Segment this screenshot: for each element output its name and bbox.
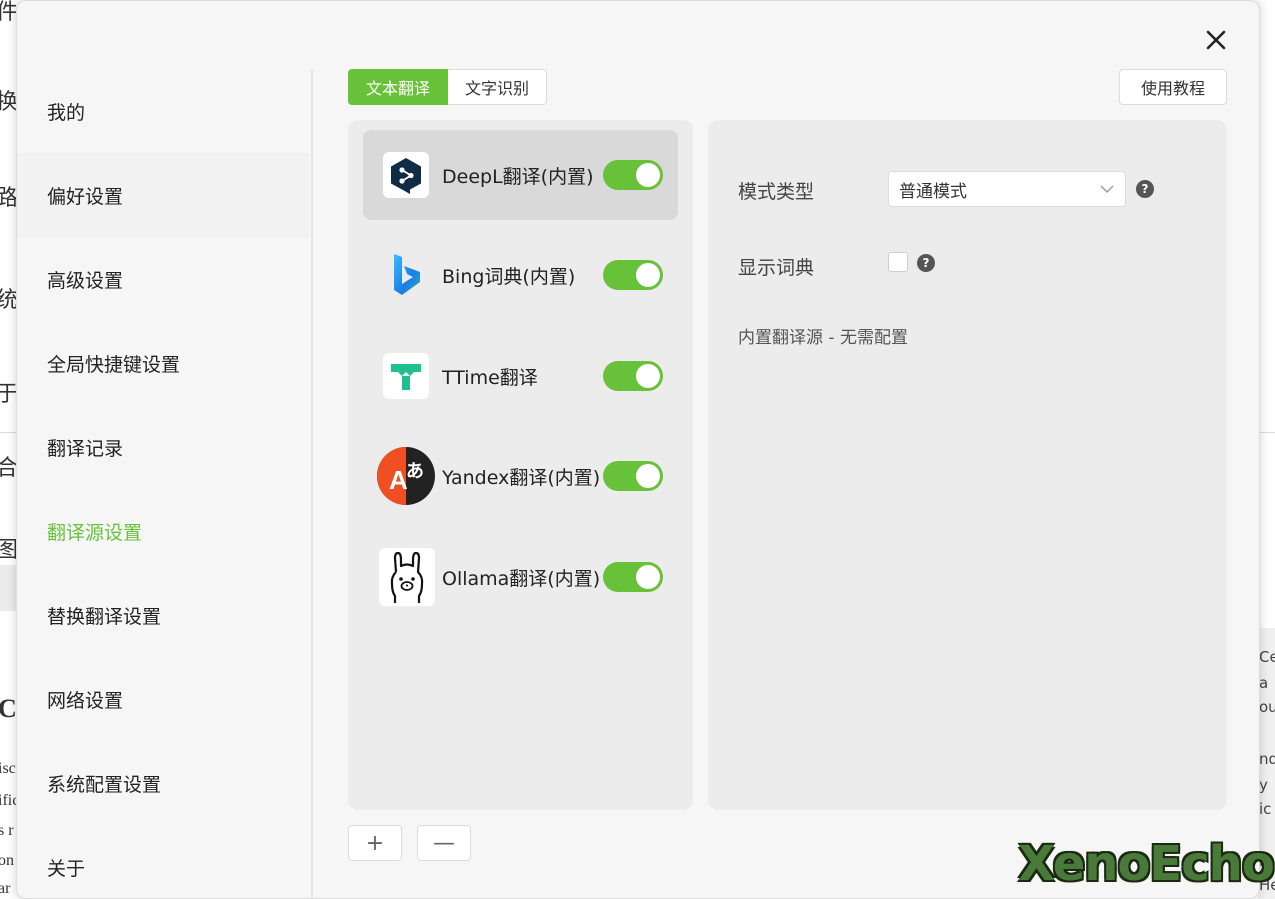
sidebar-item-replace-translate[interactable]: 替换翻译设置 [17, 573, 309, 657]
tab-text-translate[interactable]: 文本翻译 [348, 69, 449, 105]
service-list: DeepL翻译(内置) Bing词典(内置) TTime翻译 A あ Yande… [348, 120, 693, 810]
close-icon [1206, 30, 1226, 50]
service-name: DeepL翻译(内置) [442, 165, 594, 188]
chevron-down-icon [1100, 185, 1114, 193]
show-dictionary-checkbox[interactable] [888, 252, 908, 272]
bg-text: y [1259, 776, 1268, 794]
sidebar-item-shortcuts[interactable]: 全局快捷键设置 [17, 321, 309, 405]
mode-type-value: 普通模式 [899, 181, 967, 202]
divider [1258, 432, 1275, 433]
svg-text:あ: あ [406, 461, 424, 482]
service-item-deepl[interactable]: DeepL翻译(内置) [363, 130, 678, 220]
mode-type-select[interactable]: 普通模式 [888, 171, 1126, 207]
close-button[interactable] [1203, 27, 1229, 53]
settings-window: 我的 偏好设置 高级设置 全局快捷键设置 翻译记录 翻译源设置 替换翻译设置 网… [16, 0, 1260, 899]
bg-text: s r [0, 822, 14, 839]
sidebar-item-system-config[interactable]: 系统配置设置 [17, 741, 309, 825]
sidebar-item-about[interactable]: 关于 [17, 825, 309, 898]
service-item-ollama[interactable]: Ollama翻译(内置) [363, 532, 678, 622]
sidebar-divider [311, 69, 313, 898]
config-note: 内置翻译源 - 无需配置 [738, 328, 908, 348]
service-item-ttime[interactable]: TTime翻译 [363, 331, 678, 421]
service-enable-toggle[interactable] [603, 260, 663, 290]
remove-service-button[interactable]: — [417, 825, 471, 861]
settings-sidebar: 我的 偏好设置 高级设置 全局快捷键设置 翻译记录 翻译源设置 替换翻译设置 网… [17, 69, 309, 898]
service-enable-toggle[interactable] [603, 461, 663, 491]
service-name: Bing词典(内置) [442, 265, 576, 288]
service-name: Yandex翻译(内置) [442, 466, 601, 489]
bg-text: ar [0, 880, 11, 897]
bg-text: a [1259, 674, 1269, 692]
show-dictionary-label: 显示词典 [738, 257, 815, 279]
service-name: TTime翻译 [442, 366, 538, 389]
service-config-panel: 模式类型 普通模式 ? 显示词典 ? 内置翻译源 - 无需配置 [708, 120, 1227, 810]
bg-text: ic [1259, 800, 1272, 818]
background-app-right-edge: Ce a ou nd y ic h, He [1258, 0, 1275, 899]
bing-icon [383, 252, 429, 298]
watermark-logo: XenoEcho [1018, 836, 1275, 892]
service-enable-toggle[interactable] [603, 361, 663, 391]
source-type-tabs: 文本翻译 文字识别 [348, 69, 548, 105]
bg-text: C [0, 694, 17, 723]
sidebar-item-translate-sources[interactable]: 翻译源设置 [17, 489, 309, 573]
ollama-icon [379, 548, 435, 606]
sidebar-item-advanced[interactable]: 高级设置 [17, 237, 309, 321]
help-icon[interactable]: ? [1136, 180, 1154, 198]
sidebar-item-preferences[interactable]: 偏好设置 [17, 153, 309, 237]
help-icon[interactable]: ? [917, 254, 935, 272]
service-name: Ollama翻译(内置) [442, 567, 601, 590]
bg-text: on [0, 852, 14, 869]
ttime-icon [383, 353, 429, 399]
yandex-icon: A あ [377, 447, 435, 505]
tutorial-button[interactable]: 使用教程 [1119, 69, 1227, 105]
sidebar-item-network[interactable]: 网络设置 [17, 657, 309, 741]
mode-type-label: 模式类型 [738, 181, 815, 203]
sidebar-item-history[interactable]: 翻译记录 [17, 405, 309, 489]
bg-text: ou [1259, 698, 1275, 716]
bg-text: nd [1259, 750, 1275, 768]
service-item-yandex[interactable]: A あ Yandex翻译(内置) [363, 431, 678, 521]
bg-text: isc [0, 760, 16, 777]
tab-ocr[interactable]: 文字识别 [448, 69, 548, 105]
bg-text: Ce [1259, 648, 1275, 666]
service-enable-toggle[interactable] [603, 160, 663, 190]
sidebar-item-mine[interactable]: 我的 [17, 69, 309, 153]
service-enable-toggle[interactable] [603, 562, 663, 592]
deepl-icon [383, 152, 429, 198]
service-item-bing[interactable]: Bing词典(内置) [363, 230, 678, 320]
add-service-button[interactable]: + [348, 825, 402, 861]
